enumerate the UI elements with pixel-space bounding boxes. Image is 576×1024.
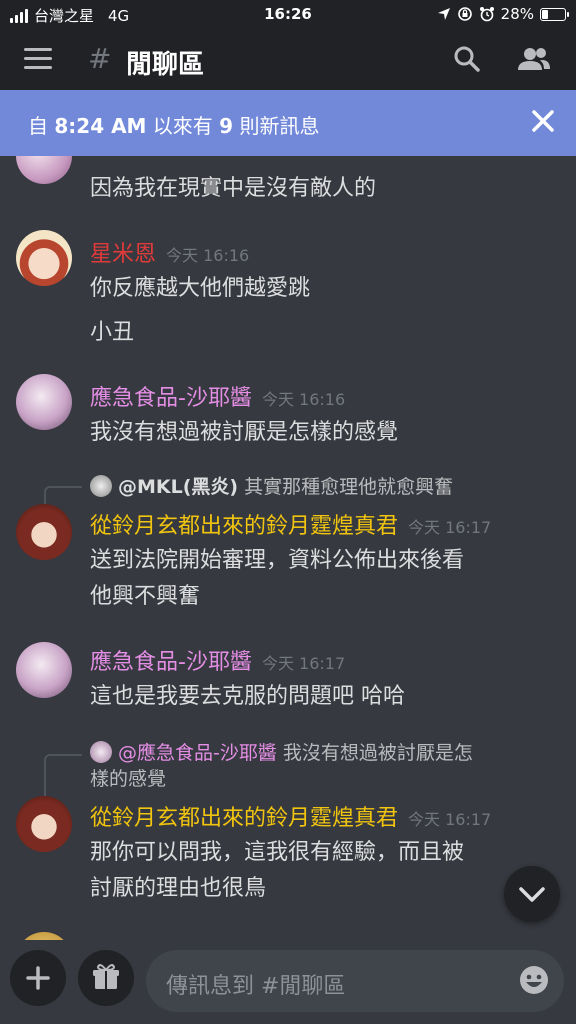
- message-time: 今天 16:17: [261, 654, 346, 673]
- carrier-label: 台灣之星: [34, 7, 95, 25]
- channel-hash-icon: #: [88, 42, 112, 75]
- message-time: 今天 16:17: [408, 518, 492, 537]
- avatar[interactable]: [16, 932, 72, 940]
- message-text: 送到法院開始審理，資料公佈出來後看: [90, 548, 465, 573]
- message-text: 你反應越大他們越愛跳: [90, 276, 311, 301]
- jump-to-bottom-button[interactable]: [504, 866, 560, 922]
- network-label: 4G: [108, 6, 130, 25]
- gift-icon: [93, 964, 119, 989]
- new-messages-banner[interactable]: 自 8:24 AM 以來有 9 則新訊息: [0, 90, 576, 156]
- avatar[interactable]: [16, 796, 72, 852]
- message-text: 討厭的理由也很鳥: [90, 876, 267, 901]
- message-time: 今天 16:16: [166, 246, 250, 265]
- chevron-down-icon: [519, 887, 545, 902]
- status-bar: 台灣之星 4G 16:26 28%: [0, 0, 576, 30]
- members-icon[interactable]: [516, 44, 552, 74]
- reply-preview-continued: 樣的感覺: [90, 768, 167, 790]
- message-author[interactable]: 星米恩 今天 16:16: [90, 236, 249, 268]
- avatar[interactable]: [16, 374, 72, 430]
- avatar[interactable]: [16, 642, 72, 698]
- message-time: 今天 16:16: [261, 390, 346, 409]
- message-text: 小丑: [90, 320, 135, 345]
- mini-avatar: [90, 475, 112, 497]
- message-text: 我沒有想過被討厭是怎樣的感覺: [90, 420, 399, 445]
- clock: 16:26: [264, 5, 312, 23]
- gift-button[interactable]: [78, 950, 134, 1006]
- channel-header: # 閒聊區: [0, 30, 576, 90]
- emoji-icon[interactable]: [518, 964, 550, 996]
- channel-title: 閒聊區: [126, 50, 205, 80]
- message-list[interactable]: 因為我在現實中是沒有敵人的 星米恩 今天 16:16 你反應越大他們越愛跳 小丑 …: [0, 156, 576, 940]
- avatar[interactable]: [16, 504, 72, 560]
- close-icon[interactable]: [530, 108, 556, 134]
- search-icon[interactable]: [452, 44, 482, 74]
- signal-icon: [10, 8, 28, 23]
- banner-text: 自 8:24 AM 以來有 9 則新訊息: [28, 114, 320, 138]
- composer: 傳訊息到 #閒聊區: [0, 940, 576, 1024]
- plus-icon: [26, 966, 50, 990]
- avatar[interactable]: [16, 230, 72, 286]
- battery-percent: 28%: [500, 5, 534, 23]
- message-author[interactable]: 從鈴月玄都出來的鈴月霆煌真君 今天 16:17: [90, 508, 491, 540]
- message-input-placeholder: 傳訊息到 #閒聊區: [166, 974, 346, 999]
- message-author[interactable]: 從鈴月玄都出來的鈴月霆煌真君 今天 16:17: [90, 800, 491, 832]
- add-attachment-button[interactable]: [10, 950, 66, 1006]
- menu-icon[interactable]: [24, 48, 52, 70]
- message-time: 今天 16:17: [408, 810, 492, 829]
- reply-connector: [44, 754, 82, 800]
- alarm-icon: [479, 7, 494, 22]
- message-text: 因為我在現實中是沒有敵人的: [90, 176, 377, 201]
- message-text: 那你可以問我，這我很有經驗，而且被: [90, 840, 465, 865]
- message-text: 他興不興奮: [90, 584, 201, 609]
- reply-preview[interactable]: @MKL(黑炎) 其實那種愈理他就愈興奮: [90, 472, 453, 499]
- avatar[interactable]: [16, 156, 72, 184]
- message-text: 這也是我要去克服的問題吧 哈哈: [90, 684, 405, 709]
- battery-icon: [540, 7, 569, 21]
- mini-avatar: [90, 741, 112, 763]
- message-input[interactable]: 傳訊息到 #閒聊區: [146, 950, 564, 1012]
- message-author[interactable]: 應急食品-沙耶醬 今天 16:16: [90, 380, 345, 412]
- reply-preview[interactable]: @應急食品-沙耶醬 我沒有想過被討厭是怎: [90, 738, 473, 765]
- message-author[interactable]: 應急食品-沙耶醬 今天 16:17: [90, 644, 345, 676]
- location-icon: [437, 8, 450, 20]
- rotation-lock-icon: [457, 7, 472, 21]
